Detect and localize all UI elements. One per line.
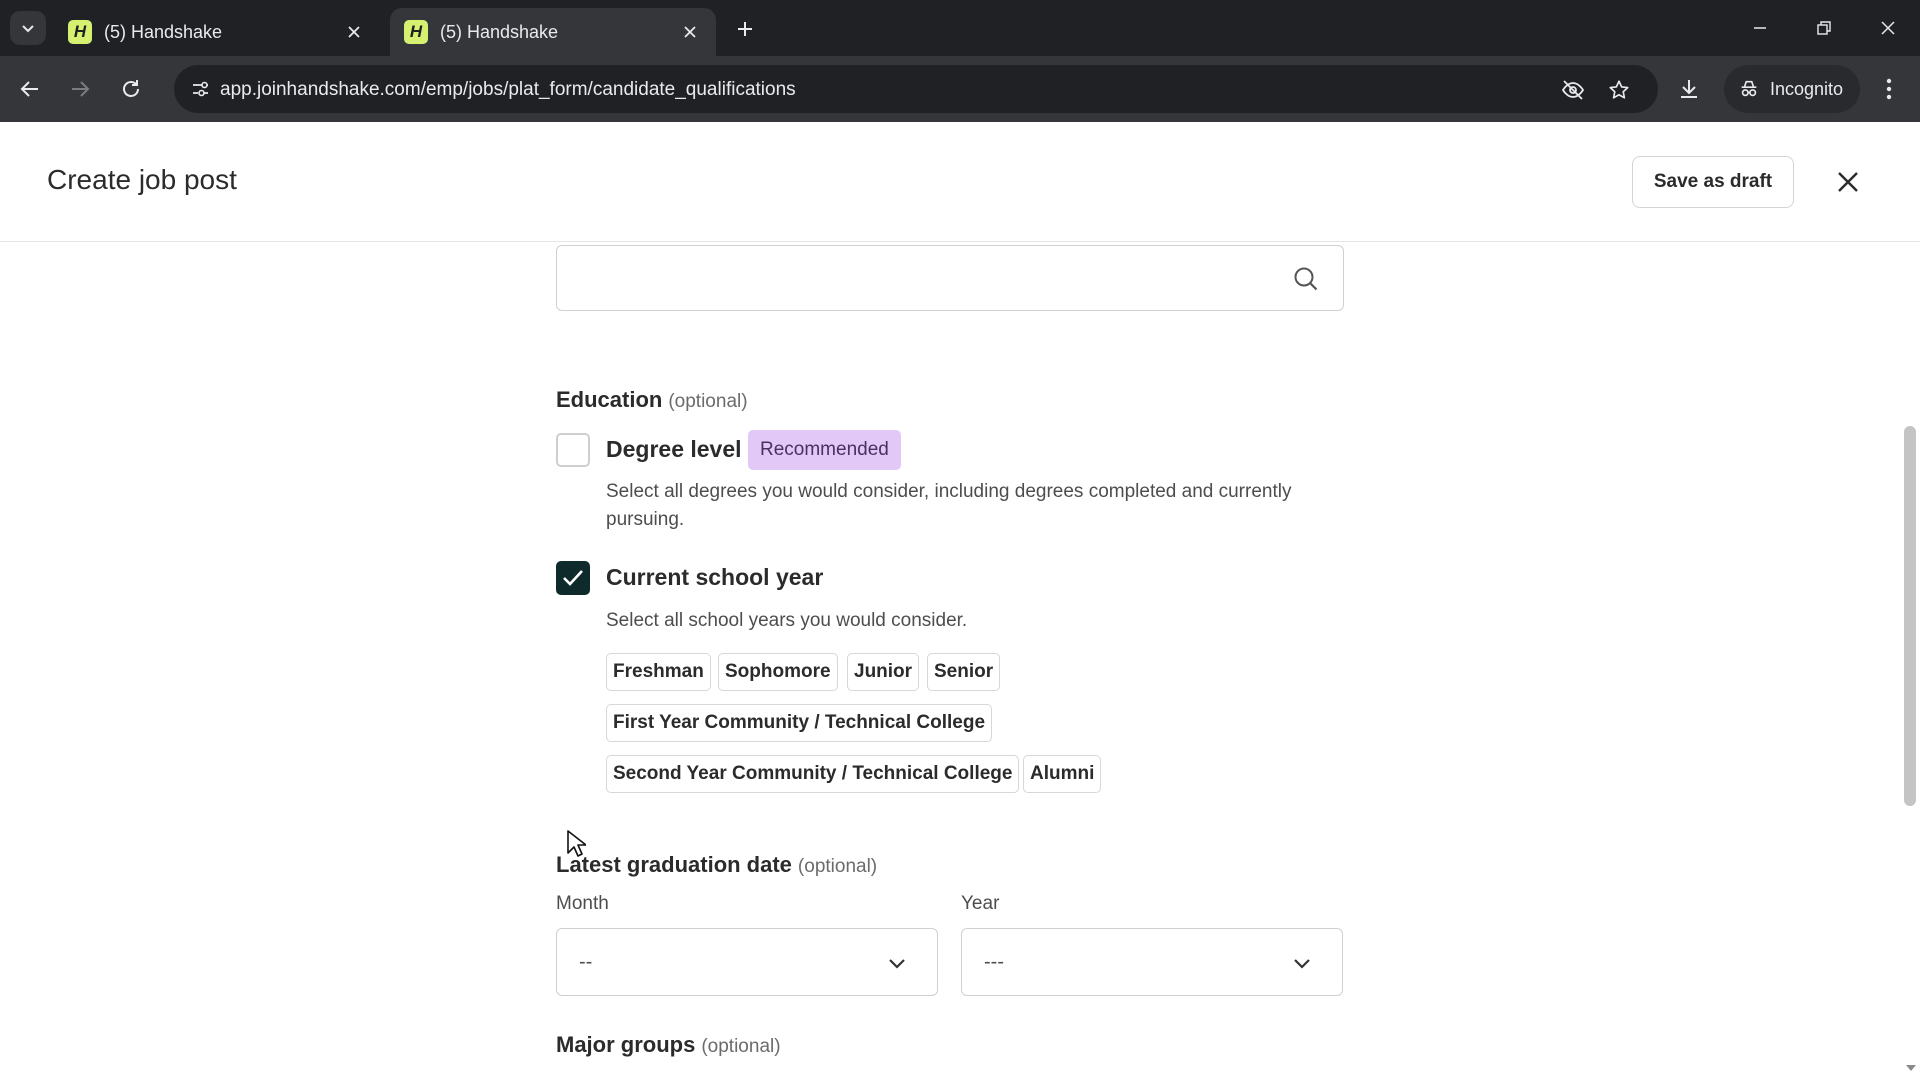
tab-close-button[interactable] (678, 20, 702, 44)
degree-level-label: Degree level (606, 436, 742, 462)
month-select[interactable]: -- (556, 928, 938, 996)
major-groups-heading: Major groups (optional) (556, 1032, 781, 1058)
star-icon (1609, 80, 1629, 99)
page-title: Create job post (47, 164, 237, 195)
reload-button[interactable] (114, 72, 148, 106)
scroll-down-arrow-icon[interactable] (1904, 1061, 1918, 1075)
url-text[interactable]: app.joinhandshake.com/emp/jobs/plat_form… (220, 79, 796, 101)
degree-level-checkbox[interactable] (556, 433, 590, 467)
chevron-down-icon (889, 959, 905, 969)
school-year-chip-senior[interactable]: Senior (927, 653, 1001, 691)
school-year-chip-junior[interactable]: Junior (847, 653, 920, 691)
minimize-button[interactable] (1740, 12, 1780, 44)
year-select[interactable]: --- (961, 928, 1343, 996)
window-close-button[interactable] (1868, 12, 1908, 44)
school-year-chip-alumni[interactable]: Alumni (1023, 755, 1102, 793)
back-icon (20, 81, 38, 97)
school-year-help-text: Select all school years you would consid… (606, 610, 968, 631)
browser-toolbar: app.joinhandshake.com/emp/jobs/plat_form… (0, 56, 1920, 122)
search-input[interactable] (556, 245, 1344, 311)
forward-icon (72, 81, 90, 97)
back-button[interactable] (13, 72, 47, 106)
chevron-down-icon (1294, 959, 1310, 969)
search-icon (1294, 267, 1318, 291)
tab-title: (5) Handshake (440, 21, 559, 42)
restore-button[interactable] (1804, 12, 1844, 44)
degree-level-help-text: Select all degrees you would consider, i… (606, 481, 1292, 530)
tracking-protection-button[interactable] (1558, 75, 1588, 105)
browser-tab-bar: H (5) Handshake H (5) Handshake (0, 0, 1920, 56)
tab-close-button[interactable] (342, 20, 366, 44)
close-job-post-button[interactable] (1830, 164, 1866, 200)
current-school-year-label: Current school year (606, 564, 824, 590)
education-heading: Education (optional) (556, 387, 748, 413)
site-info-icon (193, 81, 208, 97)
optional-label: (optional) (797, 856, 878, 877)
checkmark-icon (563, 570, 583, 586)
optional-label: (optional) (668, 391, 748, 412)
handshake-favicon-icon: H (404, 20, 428, 44)
close-icon (1838, 172, 1858, 192)
bookmark-button[interactable] (1604, 75, 1634, 105)
minimize-icon (1754, 27, 1766, 29)
site-info-button[interactable] (184, 73, 216, 105)
close-icon (1881, 21, 1895, 35)
eye-off-icon (1561, 80, 1585, 100)
page-header: Create job post Save as draft (0, 122, 1920, 242)
close-icon (348, 26, 360, 38)
new-tab-button[interactable] (730, 14, 760, 44)
optional-label: (optional) (701, 1036, 781, 1057)
kebab-menu-icon (1886, 78, 1892, 100)
handshake-favicon-icon: H (68, 20, 92, 44)
graduation-title: Latest graduation date (556, 852, 792, 877)
education-title: Education (556, 387, 663, 412)
school-year-chip-second-year-community[interactable]: Second Year Community / Technical Colleg… (606, 755, 1020, 793)
mouse-cursor-icon (567, 830, 586, 857)
address-bar[interactable]: app.joinhandshake.com/emp/jobs/plat_form… (174, 65, 1658, 113)
downloads-button[interactable] (1672, 72, 1706, 106)
recommended-badge: Recommended (748, 430, 901, 470)
graduation-date-heading: Latest graduation date (optional) (556, 852, 877, 878)
reload-icon (123, 80, 139, 97)
chevron-down-icon (22, 25, 34, 33)
current-school-year-checkbox[interactable] (556, 561, 590, 595)
browser-tab-1[interactable]: H (5) Handshake (54, 8, 380, 56)
forward-button[interactable] (63, 72, 97, 106)
scrollbar-thumb[interactable] (1904, 426, 1916, 806)
close-icon (684, 26, 696, 38)
year-select-value: --- (984, 951, 1004, 973)
browser-menu-button[interactable] (1872, 72, 1906, 106)
incognito-profile-button[interactable]: Incognito (1724, 65, 1860, 113)
restore-icon (1817, 21, 1831, 35)
profile-label: Incognito (1770, 78, 1844, 99)
school-year-chip-freshman[interactable]: Freshman (606, 653, 711, 691)
browser-tab-2[interactable]: H (5) Handshake (390, 8, 716, 56)
plus-icon (738, 22, 752, 36)
major-groups-title: Major groups (556, 1032, 696, 1057)
save-as-draft-button[interactable]: Save as draft (1632, 156, 1794, 208)
form-content: Education (optional) Degree level Recomme… (0, 243, 1920, 1080)
tab-search-button[interactable] (10, 11, 46, 45)
year-label: Year (961, 893, 1000, 914)
tab-title: (5) Handshake (104, 21, 223, 42)
incognito-icon (1741, 80, 1757, 97)
month-label: Month (556, 893, 609, 914)
school-year-chip-first-year-community[interactable]: First Year Community / Technical College (606, 704, 993, 742)
month-select-value: -- (579, 951, 593, 973)
school-year-chip-sophomore[interactable]: Sophomore (718, 653, 838, 691)
download-icon (1681, 80, 1697, 98)
